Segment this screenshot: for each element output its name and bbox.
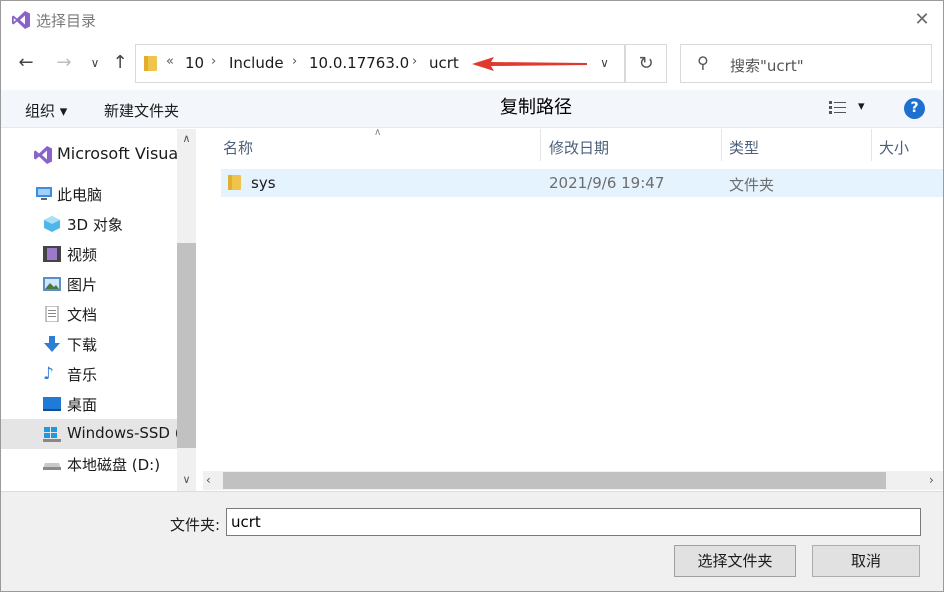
- downloads-icon: [43, 336, 61, 352]
- scroll-right-chevron-icon[interactable]: ›: [929, 473, 934, 487]
- breadcrumb-separator-icon[interactable]: ›: [292, 54, 297, 69]
- scroll-down-chevron-icon[interactable]: ∨: [177, 473, 196, 486]
- view-dropdown-chevron-icon[interactable]: ▾: [858, 99, 865, 114]
- local-disk-icon: [43, 456, 61, 472]
- sidebar-item-music[interactable]: ♪ 音乐: [1, 359, 177, 389]
- file-modified: 2021/9/6 19:47: [549, 174, 665, 192]
- annotation-arrow: [472, 57, 587, 71]
- column-header-size[interactable]: 大小: [879, 137, 909, 158]
- breadcrumb-10[interactable]: 10: [185, 54, 204, 72]
- windows-drive-icon: [43, 426, 61, 442]
- column-divider[interactable]: [871, 129, 872, 161]
- column-header-type[interactable]: 类型: [729, 137, 759, 158]
- title-bar: 选择目录 ✕: [1, 1, 943, 39]
- dialog-footer: [1, 491, 943, 591]
- sidebar-item-label: 桌面: [67, 396, 98, 414]
- sidebar-item-label: 本地磁盘 (D:): [67, 456, 161, 474]
- window-title: 选择目录: [36, 12, 97, 30]
- sidebar-item-label: 此电脑: [57, 186, 103, 204]
- sidebar-item-label: Windows-SSD (: [67, 424, 181, 442]
- sidebar-item-pictures[interactable]: 图片: [1, 269, 177, 299]
- column-divider[interactable]: [540, 129, 541, 161]
- organize-menu[interactable]: 组织 ▾: [25, 100, 67, 121]
- this-pc-icon: [35, 186, 53, 202]
- folder-field-label: 文件夹:: [170, 516, 221, 534]
- address-bar[interactable]: « 10 › Include › 10.0.17763.0 › ucrt: [135, 44, 625, 83]
- 3d-objects-icon: [43, 216, 61, 232]
- up-arrow-icon[interactable]: ↑: [106, 48, 134, 78]
- search-box[interactable]: ⚲ 搜索"ucrt": [680, 44, 932, 83]
- refresh-icon[interactable]: ↻: [625, 44, 667, 83]
- new-folder-button[interactable]: 新建文件夹: [104, 100, 179, 121]
- sidebar-item-microsoft-visual[interactable]: Microsoft Visual: [1, 139, 183, 169]
- sidebar-item-desktop[interactable]: 桌面: [1, 389, 177, 419]
- search-input[interactable]: 搜索"ucrt": [730, 55, 804, 76]
- navigation-pane: Microsoft Visual 此电脑 3D 对象 视频 图片 文档 下载 ♪…: [1, 129, 197, 491]
- navigation-scrollbar-thumb[interactable]: [177, 243, 196, 448]
- sidebar-item-videos[interactable]: 视频: [1, 239, 177, 269]
- recent-locations-chevron-icon[interactable]: ∨: [81, 48, 109, 78]
- sidebar-item-label: 图片: [67, 276, 98, 294]
- search-icon: ⚲: [697, 53, 709, 72]
- help-icon[interactable]: ?: [904, 98, 925, 119]
- horizontal-scrollbar-thumb[interactable]: [223, 472, 886, 489]
- file-type: 文件夹: [729, 176, 775, 194]
- sidebar-item-label: 3D 对象: [67, 216, 123, 234]
- file-list: ∧ 名称 修改日期 类型 大小 sys 2021/9/6 19:47 文件夹: [203, 127, 943, 471]
- close-button[interactable]: ✕: [907, 7, 937, 33]
- sidebar-item-windows-ssd[interactable]: Windows-SSD (: [1, 419, 181, 449]
- folder-name-input[interactable]: [226, 508, 921, 536]
- folder-icon: [228, 174, 242, 195]
- documents-icon: [43, 305, 61, 323]
- view-options-icon[interactable]: [829, 101, 847, 119]
- sidebar-item-this-pc[interactable]: 此电脑: [1, 179, 177, 209]
- table-row[interactable]: sys 2021/9/6 19:47 文件夹: [221, 169, 943, 197]
- column-divider[interactable]: [721, 129, 722, 161]
- breadcrumb-separator-icon[interactable]: ›: [211, 54, 216, 69]
- breadcrumb-version[interactable]: 10.0.17763.0: [309, 54, 409, 72]
- visual-studio-icon: [33, 145, 52, 164]
- column-header-name[interactable]: 名称: [223, 137, 253, 158]
- sidebar-item-label: 音乐: [67, 366, 98, 384]
- command-bar: 组织 ▾ 新建文件夹 ▾: [1, 90, 943, 128]
- select-folder-button[interactable]: 选择文件夹: [674, 545, 796, 577]
- sidebar-item-label: 视频: [67, 246, 98, 264]
- breadcrumb-separator-icon[interactable]: ›: [412, 54, 417, 69]
- file-name: sys: [251, 174, 276, 192]
- breadcrumb-include[interactable]: Include: [229, 54, 284, 72]
- music-icon: ♪: [43, 364, 54, 384]
- pictures-icon: [43, 276, 61, 292]
- scroll-left-chevron-icon[interactable]: ‹: [206, 473, 211, 487]
- sidebar-item-label: Microsoft Visual: [57, 144, 183, 163]
- overflow-chevron-icon[interactable]: «: [166, 54, 174, 69]
- desktop-icon: [43, 396, 61, 412]
- sort-ascending-icon: ∧: [374, 127, 382, 138]
- videos-icon: [43, 246, 61, 262]
- sidebar-item-label: 下载: [67, 336, 98, 354]
- breadcrumb-ucrt[interactable]: ucrt: [429, 54, 459, 72]
- visual-studio-icon: [11, 10, 31, 34]
- sidebar-item-3d-objects[interactable]: 3D 对象: [1, 209, 177, 239]
- annotation-label: 复制路径: [500, 97, 572, 118]
- sidebar-item-label: 文档: [67, 306, 98, 324]
- forward-arrow-icon[interactable]: →: [50, 48, 78, 78]
- address-dropdown-chevron-icon[interactable]: ∨: [585, 44, 625, 83]
- sidebar-item-local-disk-d[interactable]: 本地磁盘 (D:): [1, 449, 177, 479]
- back-arrow-icon[interactable]: ←: [12, 48, 40, 78]
- sidebar-item-downloads[interactable]: 下载: [1, 329, 177, 359]
- scroll-up-chevron-icon[interactable]: ∧: [177, 132, 196, 145]
- folder-picker-dialog: 选择目录 ✕ ← → ∨ ↑ « 10 › Include › 10.0.177…: [0, 0, 944, 592]
- cancel-button[interactable]: 取消: [812, 545, 920, 577]
- folder-icon: [144, 55, 158, 76]
- column-header-modified[interactable]: 修改日期: [549, 137, 609, 158]
- sidebar-item-documents[interactable]: 文档: [1, 299, 177, 329]
